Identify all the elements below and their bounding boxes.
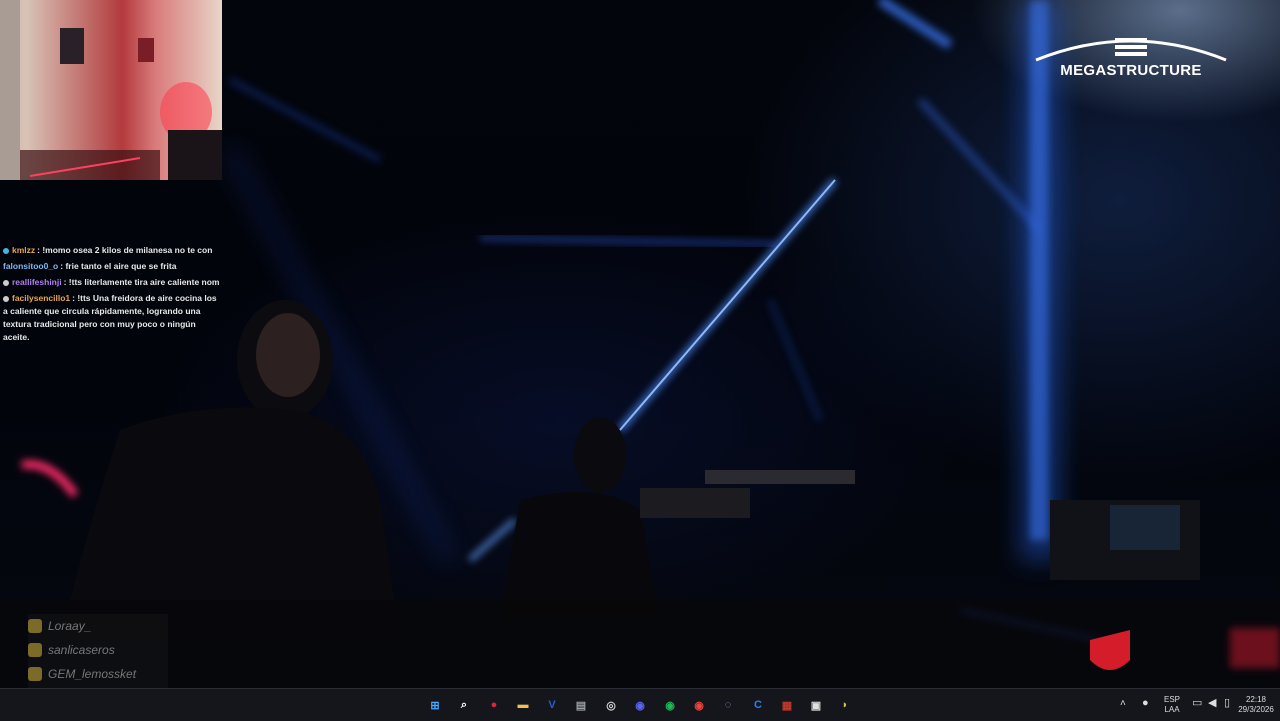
microphone-icon[interactable]: ●: [1142, 698, 1149, 709]
file-explorer-icon[interactable]: ▬: [514, 696, 532, 714]
clock[interactable]: 22:18 29/3/2026: [1236, 695, 1276, 715]
app-purple-icon[interactable]: ◌: [719, 696, 737, 714]
roster-item: GEM_lemossket: [28, 662, 168, 686]
discord-icon[interactable]: ◉: [631, 696, 649, 714]
chat-message: falonsitoo0_o: frie tanto el aire que se…: [0, 258, 220, 274]
app-red-icon[interactable]: ●: [485, 696, 503, 714]
tray-chevron-icon[interactable]: ˄: [1120, 699, 1126, 709]
chat-text: : !tts literlamente tira aire caliente n…: [63, 277, 220, 287]
chat-username: kmlzz: [12, 245, 36, 255]
app-red-box-icon[interactable]: ▦: [778, 696, 796, 714]
chat-username: reallifeshinji: [12, 277, 62, 287]
chat-message: kmlzz: !momo osea 2 kilos de milanesa no…: [0, 242, 220, 258]
crown-icon: [28, 643, 42, 657]
chat-badge-icon: [3, 247, 9, 254]
volume-icon[interactable]: ◀: [1208, 698, 1216, 709]
chat-text: : !momo osea 2 kilos de milanesa no te c…: [37, 245, 213, 255]
chat-badge-icon: [3, 295, 9, 302]
chat-username: facilysencillo1: [12, 293, 71, 303]
app-white-icon[interactable]: ▣: [807, 696, 825, 714]
stream-video: kmlzz: !momo osea 2 kilos de milanesa no…: [0, 0, 1280, 688]
language-indicator[interactable]: ESP LAA: [1160, 695, 1184, 715]
megastructure-logo: MEGASTRUCTURE: [1030, 30, 1232, 82]
chat-overlay: kmlzz: !momo osea 2 kilos de milanesa no…: [0, 242, 220, 344]
crown-icon: [28, 619, 42, 633]
crown-icon: [28, 667, 42, 681]
chat-message: facilysencillo1: !tts Una freidora de ai…: [0, 290, 220, 344]
roster-item: Loraay_: [28, 614, 168, 638]
obs-icon[interactable]: ◎: [602, 696, 620, 714]
chat-badge-icon: [3, 279, 9, 286]
chrome-icon[interactable]: ◉: [690, 696, 708, 714]
spotify-icon[interactable]: ◉: [661, 696, 679, 714]
chat-message: reallifeshinji: !tts literlamente tira a…: [0, 274, 220, 290]
ccleaner-icon[interactable]: C: [749, 696, 767, 714]
search-icon[interactable]: ⌕: [455, 696, 473, 714]
battery-icon[interactable]: ▯: [1224, 698, 1230, 709]
chat-username: falonsitoo0_o: [3, 261, 59, 271]
webcam-overlay: [0, 0, 222, 180]
v-app-icon[interactable]: V: [543, 696, 561, 714]
chat-text: : frie tanto el aire que se frita: [60, 261, 177, 271]
app-gray-icon[interactable]: ▤: [572, 696, 590, 714]
arch-logo-icon: [1035, 38, 1227, 62]
viewer-roster: Loraay_ sanlicaseros GEM_lemossket: [28, 614, 168, 688]
app-leaf-icon[interactable]: ◗: [836, 696, 854, 714]
logo-text: MEGASTRUCTURE: [1060, 62, 1202, 79]
start-icon[interactable]: ⊞: [426, 696, 444, 714]
network-icon[interactable]: ▭: [1192, 698, 1202, 709]
taskbar: ⊞ ⌕ ● ▬ V ▤ ◎ ◉ ◉ ◉ ◌ C ▦ ▣ ◗ ˄ ● ESP LAA ▭ ◀ ▯ 22:18 …: [0, 688, 1280, 721]
roster-item: sanlicaseros: [28, 638, 168, 662]
